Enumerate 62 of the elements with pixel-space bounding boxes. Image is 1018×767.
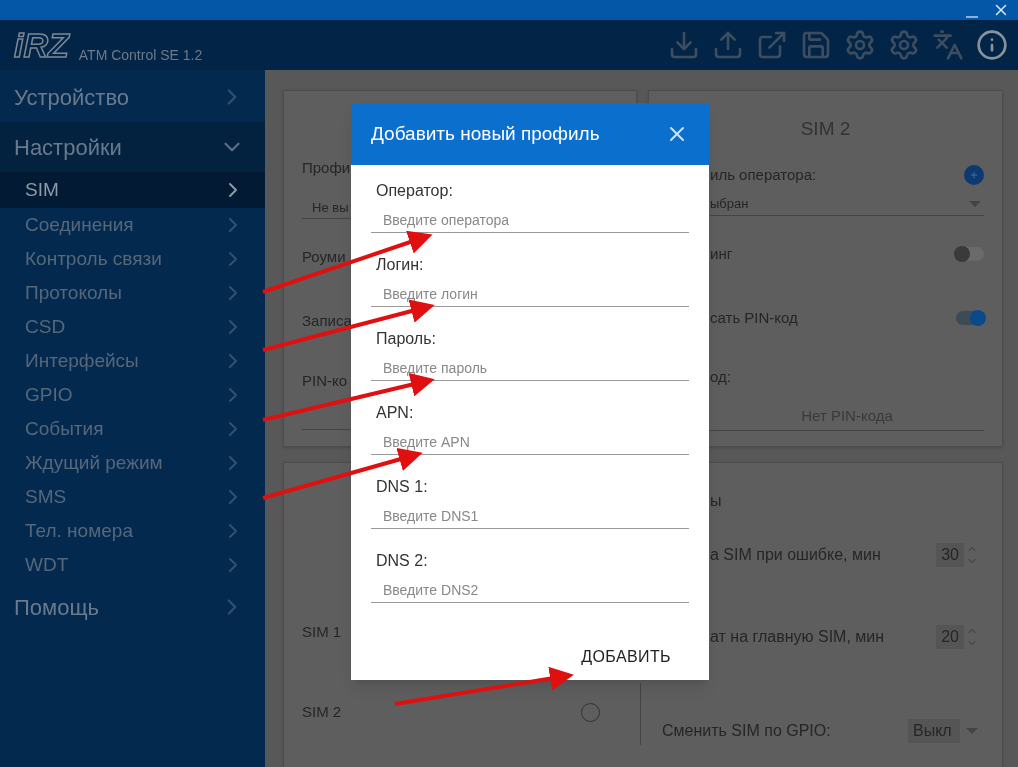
- sidebar-group[interactable]: Настройки: [0, 122, 265, 172]
- caret-icon: [969, 200, 981, 207]
- sidebar-group[interactable]: Устройство: [0, 72, 265, 122]
- sidebar-item[interactable]: SIM: [0, 172, 265, 208]
- toggle-switch[interactable]: [956, 311, 984, 326]
- logo: iRZ: [14, 28, 69, 62]
- upload-icon[interactable]: [712, 29, 744, 61]
- input-field[interactable]: Введите логин: [371, 281, 689, 307]
- setting-label: ат на главную SIM, мин: [709, 627, 885, 647]
- field-label: Роуми: [302, 247, 346, 267]
- sidebar-group[interactable]: Помощь: [0, 582, 265, 632]
- field-label: иль оператора:: [710, 164, 817, 185]
- field-label: APN:: [375, 403, 415, 423]
- field-label: сать PIN-код: [710, 308, 798, 328]
- settings-icon[interactable]: [888, 29, 920, 61]
- input-field[interactable]: Введите пароль: [371, 355, 689, 381]
- field-label: Пароль:: [375, 329, 437, 349]
- sidebar-item[interactable]: Протоколы: [0, 276, 265, 310]
- translate-icon[interactable]: [932, 29, 964, 61]
- add-button[interactable]: ДОБАВИТЬ: [581, 645, 671, 669]
- download-icon[interactable]: [668, 29, 700, 61]
- field-label: Логин:: [375, 255, 425, 275]
- gear-icon[interactable]: [844, 29, 876, 61]
- field-label: инг: [710, 243, 733, 264]
- sidebar-item[interactable]: Соединения: [0, 208, 265, 242]
- input-field[interactable]: Введите оператора: [371, 207, 689, 233]
- setting-label: Сменить SIM по GPIO:: [662, 721, 831, 741]
- input-field[interactable]: Введите DNS2: [371, 577, 689, 603]
- sidebar-item[interactable]: SMS: [0, 480, 265, 514]
- section-title: ы: [709, 491, 723, 511]
- sidebar-item[interactable]: Интерфейсы: [0, 344, 265, 378]
- sidebar-item[interactable]: Контроль связи: [0, 242, 265, 276]
- toggle-switch[interactable]: [956, 246, 984, 261]
- field-label: Записа: [302, 310, 352, 331]
- external-link-icon[interactable]: [756, 29, 788, 61]
- field-label: Профи: [302, 158, 351, 178]
- save-icon[interactable]: [800, 29, 832, 61]
- plus-icon: [969, 169, 979, 180]
- field-label: DNS 1:: [375, 477, 429, 497]
- sidebar-item[interactable]: WDT: [0, 548, 265, 582]
- info-icon[interactable]: [976, 29, 1008, 61]
- app-name: ATM Control SE 1.2: [78, 46, 203, 65]
- sidebar-item[interactable]: События: [0, 412, 265, 446]
- field-label: Оператор:: [375, 181, 454, 201]
- radio-label: SIM 1: [302, 621, 342, 642]
- sidebar-item[interactable]: GPIO: [0, 378, 265, 412]
- minimize-icon[interactable]: [966, 16, 978, 18]
- dialog-title: Добавить новый профиль: [371, 121, 600, 146]
- sidebar-item[interactable]: Тел. номера: [0, 514, 265, 548]
- sidebar-item[interactable]: CSD: [0, 310, 265, 344]
- input-field[interactable]: Введите DNS1: [371, 503, 689, 529]
- input-field[interactable]: Введите APN: [371, 429, 689, 455]
- sidebar-item[interactable]: Ждущий режим: [0, 446, 265, 480]
- caret-icon: [966, 728, 978, 734]
- select-field[interactable]: ыбран: [710, 194, 984, 216]
- field-label: PIN-ко: [302, 371, 348, 391]
- setting-label: а SIM при ошибке, мин: [709, 545, 881, 565]
- field-label: DNS 2:: [375, 551, 429, 571]
- select-value[interactable]: Не вы: [302, 199, 349, 215]
- radio-label: SIM 2: [302, 701, 342, 722]
- add-profile-button[interactable]: [964, 164, 984, 185]
- field-label: од:: [710, 366, 732, 387]
